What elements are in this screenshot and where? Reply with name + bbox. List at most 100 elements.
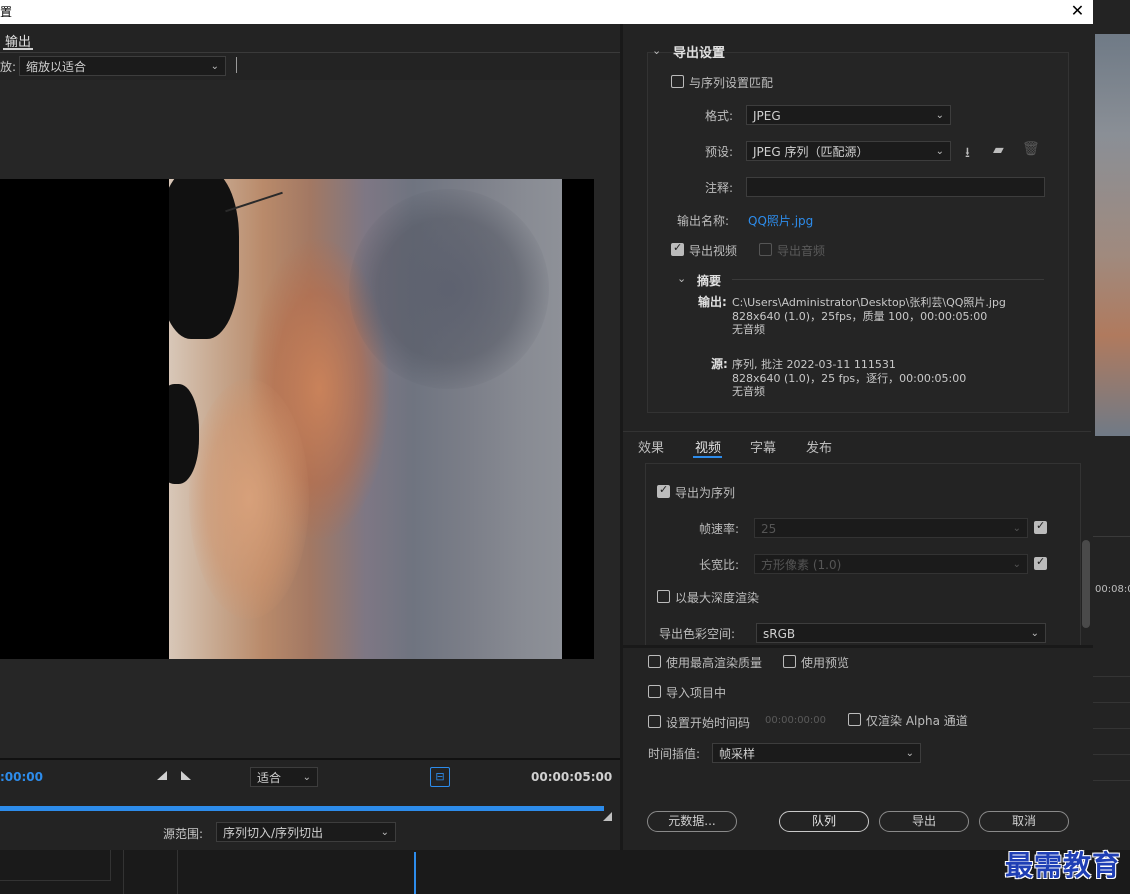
tab-publish[interactable]: 发布: [806, 437, 832, 456]
summary-output-label: 输出:: [698, 295, 727, 309]
max-quality-checkbox[interactable]: [648, 655, 661, 668]
frame-rate-lock-checkbox[interactable]: [1034, 519, 1047, 534]
import-preset-icon[interactable]: ▰: [993, 142, 1004, 158]
delete-preset-icon[interactable]: 🗑: [1022, 141, 1040, 157]
import-project-checkbox[interactable]: [648, 685, 661, 698]
chevron-down-icon: ⌄: [935, 146, 944, 157]
aspect-value: 方形像素 (1.0): [761, 558, 842, 572]
duration-timecode: 00:00:05:00: [531, 770, 613, 784]
export-video-checkbox[interactable]: [671, 241, 684, 256]
background-track-line: [1093, 676, 1130, 677]
frame-rate-dropdown[interactable]: 25 ⌄: [754, 518, 1028, 538]
fit-frame-icon[interactable]: ⊟: [430, 767, 450, 787]
queue-button[interactable]: 队列: [779, 811, 869, 832]
mark-out-icon[interactable]: [181, 771, 191, 780]
import-project-label: 导入项目中: [666, 686, 727, 700]
mark-in-icon[interactable]: [157, 771, 167, 780]
chevron-down-icon[interactable]: ⌄: [652, 44, 661, 57]
chevron-down-icon: ⌄: [1030, 628, 1039, 639]
alpha-only-label: 仅渲染 Alpha 通道: [866, 714, 968, 728]
match-sequence-label: 与序列设置匹配: [689, 76, 774, 90]
export-sequence-label: 导出为序列: [675, 486, 736, 500]
background-playhead: [414, 852, 416, 894]
tree-silhouette: [169, 179, 239, 339]
scale-dropdown[interactable]: 缩放以适合 ⌄: [19, 56, 226, 76]
background-divider: [1093, 536, 1130, 537]
preset-dropdown[interactable]: JPEG 序列（匹配源） ⌄: [746, 141, 951, 161]
aspect-label: 长宽比:: [699, 558, 740, 572]
background-track-line: [1093, 780, 1130, 781]
chevron-down-icon: ⌄: [210, 61, 219, 72]
chevron-down-icon: ⌄: [935, 110, 944, 121]
time-interp-value: 帧采样: [719, 747, 756, 761]
export-video-label: 导出视频: [689, 244, 738, 258]
preset-label: 预设:: [705, 145, 734, 159]
summary-output-audio: 无音频: [732, 323, 765, 336]
summary-source-label: 源:: [711, 357, 728, 371]
scale-value: 缩放以适合: [26, 60, 87, 74]
chevron-down-icon[interactable]: ⌄: [677, 272, 686, 285]
set-timecode-label: 设置开始时间码: [666, 716, 751, 730]
comment-input[interactable]: [746, 177, 1045, 197]
output-name-link[interactable]: QQ照片.jpg: [748, 212, 813, 229]
toolbar-separator: [236, 57, 237, 73]
close-button[interactable]: ✕: [1062, 0, 1093, 24]
summary-header: 摘要: [697, 274, 722, 288]
export-sequence-checkbox[interactable]: [657, 483, 670, 498]
chevron-down-icon: ⌄: [380, 827, 389, 838]
time-interp-label: 时间插值:: [648, 747, 701, 761]
background-timecode: 00:08:0: [1095, 584, 1130, 595]
max-quality-label: 使用最高渲染质量: [666, 656, 763, 670]
use-preview-label: 使用预览: [801, 656, 850, 670]
chevron-down-icon: ⌄: [1012, 523, 1021, 534]
summary-source-audio: 无音频: [732, 385, 765, 398]
settings-scrollbar[interactable]: [1082, 540, 1090, 628]
save-preset-icon[interactable]: ⭳: [965, 142, 970, 166]
frame-rate-value: 25: [761, 522, 777, 536]
output-name-label: 输出名称:: [677, 214, 730, 228]
cloud-shape: [349, 189, 549, 389]
tab-captions[interactable]: 字幕: [750, 437, 776, 456]
chevron-down-icon: ⌄: [1012, 559, 1021, 570]
preset-value: JPEG 序列（匹配源）: [753, 145, 869, 159]
watermark-text: 最需教育: [1005, 849, 1122, 882]
metadata-button[interactable]: 元数据...: [647, 811, 737, 832]
tab-effects[interactable]: 效果: [638, 437, 664, 456]
export-button[interactable]: 导出: [879, 811, 969, 832]
time-interp-dropdown[interactable]: 帧采样 ⌄: [712, 743, 921, 763]
source-range-label: 源范围:: [163, 827, 204, 841]
aspect-dropdown[interactable]: 方形像素 (1.0) ⌄: [754, 554, 1028, 574]
source-range-value: 序列切入/序列切出: [223, 826, 324, 840]
set-timecode-value[interactable]: 00:00:00:00: [765, 715, 826, 726]
source-range-dropdown[interactable]: 序列切入/序列切出 ⌄: [216, 822, 396, 842]
set-timecode-checkbox[interactable]: [648, 715, 661, 728]
export-audio-checkbox[interactable]: [759, 243, 772, 256]
tab-video-underline: [693, 456, 722, 458]
tab-video[interactable]: 视频: [695, 437, 721, 456]
options-divider: [623, 645, 1093, 648]
alpha-only-checkbox[interactable]: [848, 713, 861, 726]
aspect-lock-checkbox[interactable]: [1034, 555, 1047, 570]
preview-divider: [0, 52, 620, 53]
out-point-handle[interactable]: [603, 812, 612, 821]
cancel-button[interactable]: 取消: [979, 811, 1069, 832]
background-divider: [177, 850, 178, 894]
color-space-dropdown[interactable]: sRGB ⌄: [756, 623, 1046, 643]
use-preview-checkbox[interactable]: [783, 655, 796, 668]
format-dropdown[interactable]: JPEG ⌄: [746, 105, 951, 125]
preview-timeline-top: [0, 758, 620, 760]
zoom-dropdown[interactable]: 适合 ⌄: [250, 767, 318, 787]
current-timecode[interactable]: :00:00: [0, 770, 43, 784]
background-divider: [123, 850, 124, 894]
chevron-down-icon: ⌄: [905, 748, 914, 759]
color-space-value: sRGB: [763, 627, 796, 641]
source-range-bar[interactable]: [0, 806, 604, 811]
zoom-value: 适合: [257, 771, 282, 785]
export-audio-label: 导出音频: [777, 244, 826, 258]
format-label: 格式:: [705, 109, 734, 123]
match-sequence-checkbox[interactable]: [671, 75, 684, 88]
max-depth-checkbox[interactable]: [657, 590, 670, 603]
background-timeline: [0, 850, 1130, 894]
background-track-line: [1093, 754, 1130, 755]
background-track-line: [1093, 702, 1130, 703]
